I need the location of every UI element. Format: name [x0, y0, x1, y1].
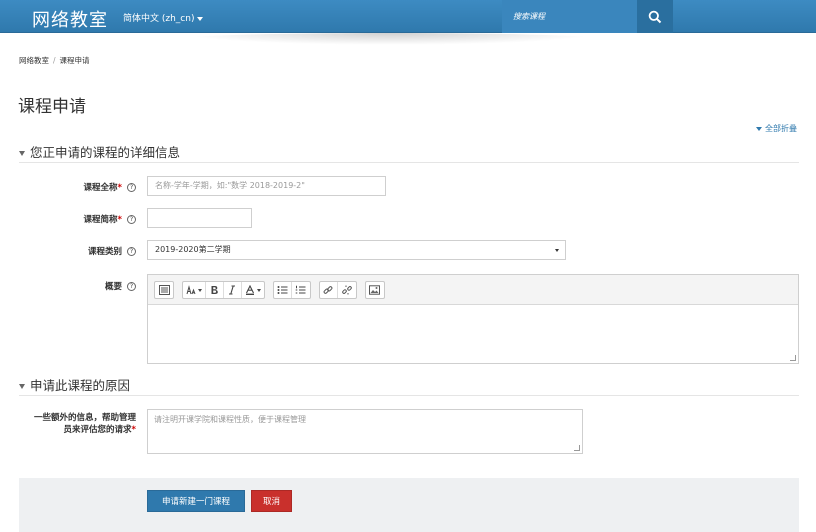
- summary-editor: [147, 274, 799, 364]
- font-size-icon: [186, 285, 196, 295]
- editor-toolbar: [148, 275, 798, 305]
- caret-down-icon: [756, 126, 762, 131]
- chevron-down-icon: [256, 288, 261, 292]
- toolbar-group-media: [364, 281, 385, 299]
- reason-label-line1: 一些额外的信息，帮助管理: [33, 413, 136, 423]
- search-icon: [648, 10, 662, 23]
- help-icon[interactable]: ?: [127, 183, 136, 192]
- site-brand[interactable]: 网络教室: [32, 6, 108, 32]
- fullname-input[interactable]: 名称-学年-学期，如:"数学 2018-2019-2": [147, 176, 386, 196]
- reason-label-line2: 员来评估您的请求: [63, 425, 132, 435]
- summary-label-text: 概要: [104, 282, 122, 292]
- toolbar-group-text: [181, 281, 265, 299]
- section-reason-toggle[interactable]: 申请此课程的原因: [19, 375, 130, 394]
- toolbar-toggle-icon: [158, 285, 170, 295]
- section-course-details-toggle[interactable]: 您正申请的课程的详细信息: [19, 142, 180, 161]
- chevron-down-icon: [197, 16, 204, 21]
- collapse-all-link[interactable]: 全部折叠: [756, 123, 797, 134]
- paragraph-style-button[interactable]: [183, 282, 206, 298]
- form-actions-bar: [19, 478, 799, 532]
- help-icon[interactable]: ?: [127, 282, 136, 291]
- toolbar-toggle-button[interactable]: [155, 282, 173, 298]
- unordered-list-button[interactable]: [274, 282, 292, 298]
- bold-icon: [211, 286, 218, 294]
- category-label-text: 课程类别: [87, 247, 122, 257]
- help-icon[interactable]: ?: [127, 247, 136, 256]
- language-label: 简体中文 (zh_cn): [123, 14, 195, 24]
- divider: [19, 162, 799, 163]
- collapse-all-label: 全部折叠: [765, 124, 797, 133]
- chevron-down-icon: [555, 249, 559, 252]
- bold-button[interactable]: [206, 282, 224, 298]
- reason-label: 一些额外的信息，帮助管理 员来评估您的请求*: [20, 412, 136, 436]
- divider: [19, 395, 799, 396]
- submit-course-request-button[interactable]: 申请新建一门课程: [147, 490, 245, 512]
- resize-handle-icon[interactable]: [574, 445, 580, 451]
- numbered-list-icon: [295, 285, 306, 294]
- text-color-icon: [245, 285, 254, 295]
- required-icon: *: [117, 183, 122, 193]
- category-select[interactable]: 2019-2020第二学期: [147, 240, 566, 260]
- reason-placeholder: 请注明开课学院和课程性质，便于课程管理: [154, 415, 306, 424]
- breadcrumb: 网络教室 / 课程申请: [19, 55, 90, 66]
- help-icon[interactable]: ?: [127, 215, 136, 224]
- category-selected-value: 2019-2020第二学期: [155, 245, 231, 254]
- toolbar-group-toggle: [154, 281, 174, 299]
- summary-label: 概要?: [40, 280, 136, 292]
- search-button[interactable]: [637, 0, 673, 33]
- language-menu[interactable]: 简体中文 (zh_cn): [123, 11, 204, 24]
- breadcrumb-separator: /: [53, 56, 56, 65]
- resize-handle-icon[interactable]: [790, 355, 796, 361]
- unlink-button[interactable]: [338, 282, 356, 298]
- shortname-input[interactable]: [147, 208, 252, 228]
- breadcrumb-home-link[interactable]: 网络教室: [19, 56, 49, 65]
- chevron-down-icon: [197, 288, 202, 292]
- toolbar-group-lists: [272, 281, 311, 299]
- fullname-label-text: 课程全称: [83, 183, 118, 193]
- caret-down-icon: [19, 151, 25, 156]
- summary-editor-content[interactable]: [148, 306, 798, 363]
- link-button[interactable]: [320, 282, 338, 298]
- top-navbar: 网络教室 简体中文 (zh_cn) 搜索课程: [0, 0, 816, 45]
- breadcrumb-current[interactable]: 课程申请: [60, 56, 90, 65]
- section-reason-title: 申请此课程的原因: [30, 378, 131, 393]
- bullet-list-icon: [277, 286, 288, 294]
- category-label: 课程类别?: [40, 245, 136, 257]
- course-search-input[interactable]: 搜索课程: [502, 0, 637, 33]
- required-icon: *: [117, 215, 122, 225]
- italic-icon: [229, 285, 236, 295]
- ordered-list-button[interactable]: [292, 282, 310, 298]
- reason-textarea[interactable]: 请注明开课学院和课程性质，便于课程管理: [147, 409, 583, 454]
- caret-down-icon: [19, 384, 25, 389]
- text-color-button[interactable]: [242, 282, 264, 298]
- fullname-label: 课程全称*?: [40, 181, 136, 193]
- insert-image-button[interactable]: [366, 282, 384, 298]
- image-icon: [369, 285, 380, 295]
- page-title: 课程申请: [18, 97, 86, 117]
- link-icon: [323, 286, 333, 294]
- shortname-label: 课程简称*?: [40, 213, 136, 225]
- toolbar-group-links: [318, 281, 357, 299]
- required-icon: *: [131, 425, 136, 435]
- italic-button[interactable]: [224, 282, 242, 298]
- unlink-icon: [341, 285, 352, 295]
- cancel-button[interactable]: 取消: [251, 490, 292, 512]
- shortname-label-text: 课程简称: [83, 215, 118, 225]
- section-course-details-title: 您正申请的课程的详细信息: [30, 145, 181, 160]
